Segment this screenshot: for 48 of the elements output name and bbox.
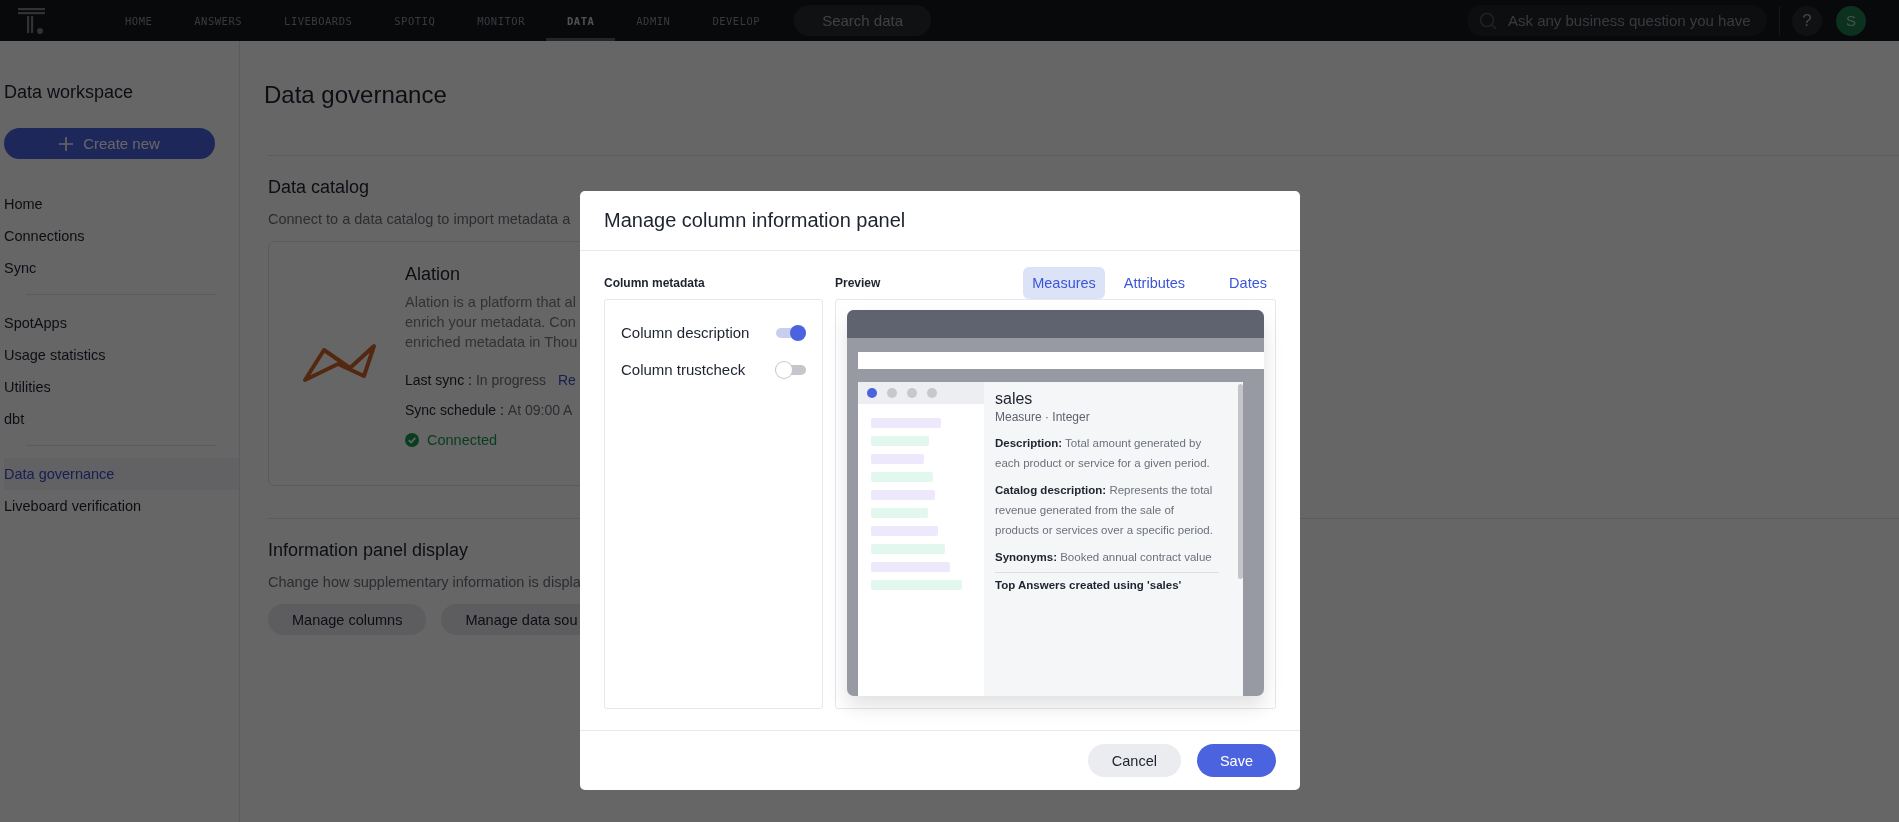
section-description: Connect to a data catalog to import metadata a: [268, 211, 571, 227]
sync-schedule-label: Sync schedule :: [405, 402, 504, 418]
sidebar-item[interactable]: Usage statistics: [4, 339, 217, 371]
sidebar-item[interactable]: Data governance: [4, 458, 239, 490]
column-type: Measure · Integer: [995, 410, 1091, 424]
last-sync-value: In progress: [475, 372, 546, 388]
connector-name: Alation: [405, 264, 462, 285]
section-label: Preview: [835, 275, 882, 292]
preview-tab[interactable]: Attributes: [1114, 267, 1195, 299]
sidebar-item[interactable]: Connections: [4, 220, 239, 252]
section-title: Data catalog: [268, 177, 370, 198]
toggle-label: Column description: [621, 324, 750, 341]
help-button[interactable]: ?: [1792, 5, 1822, 36]
column-name: sales: [995, 390, 1034, 408]
save-button[interactable]: Save: [1196, 744, 1276, 777]
section-label: Column metadata: [604, 275, 706, 292]
toggle-switch[interactable]: [776, 361, 806, 378]
sidebar-title: Data workspace: [4, 82, 135, 103]
tab-dots-drawing: [867, 388, 937, 398]
page-title: Data governance: [264, 81, 447, 109]
field-text: Synonyms: Booked annual contract value: [995, 550, 1213, 565]
sidebar-item[interactable]: Sync: [4, 252, 239, 284]
top-answers-heading: Top Answers created using 'sales': [995, 572, 1219, 591]
nav-tab[interactable]: DATA: [546, 0, 616, 41]
preview-tab[interactable]: Measures: [1023, 267, 1105, 299]
preview-tab[interactable]: Dates: [1220, 267, 1276, 299]
sidebar-item[interactable]: Utilities: [4, 371, 217, 403]
field-text: Catalog description: Represents the total revenue generated from the sale of products or services over a specific period.: [995, 483, 1214, 538]
dialog-title: Manage column information panel: [604, 209, 906, 232]
create-new-button[interactable]: Create new: [4, 128, 215, 159]
field-text: Description: Total amount generated by each product or service for a given period.: [995, 436, 1211, 471]
sidebar-item[interactable]: Home: [4, 188, 239, 220]
status-text: Connected: [427, 432, 498, 448]
sidebar-item[interactable]: Liveboard verification: [4, 490, 217, 522]
link[interactable]: Re: [557, 372, 576, 388]
check-circle-icon: [405, 433, 419, 447]
sync-schedule-value: At 09:00 A: [507, 402, 573, 418]
last-sync-label: Last sync :: [405, 372, 472, 388]
toggle-switch[interactable]: [776, 324, 806, 341]
toggle-label: Column trustcheck: [621, 361, 746, 378]
sidebar-item[interactable]: SpotApps: [4, 307, 217, 339]
section-title: Information panel display: [268, 540, 469, 561]
plus-icon: [59, 136, 74, 151]
section-description: Change how supplementary information is displa: [268, 574, 581, 590]
manage-button[interactable]: Manage columns: [268, 604, 427, 635]
sidebar-item[interactable]: dbt: [4, 403, 217, 435]
cancel-button[interactable]: Cancel: [1087, 744, 1181, 777]
logo-icon: [18, 6, 46, 35]
